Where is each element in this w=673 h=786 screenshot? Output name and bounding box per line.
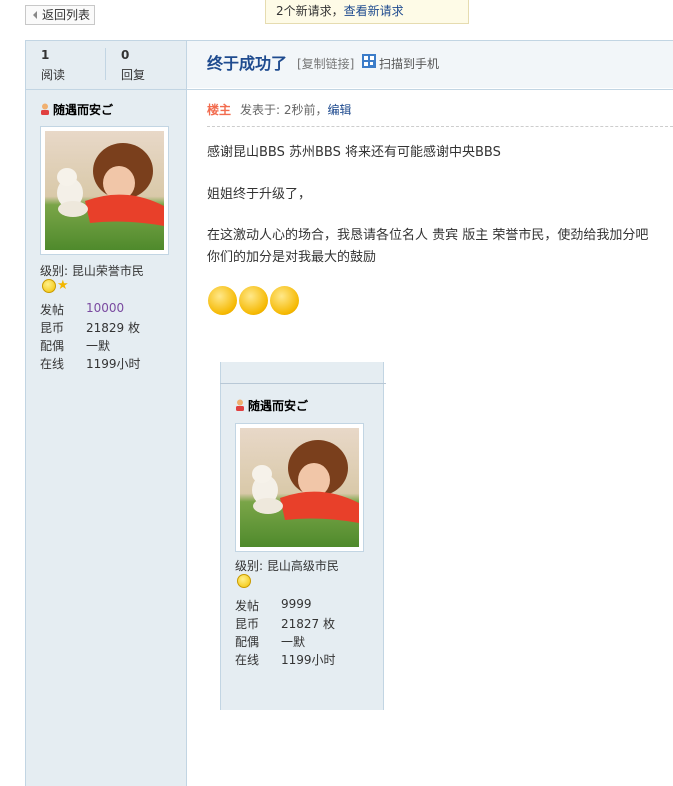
embedded-posts-row: 发帖 9999 [235, 597, 375, 614]
female-user-icon [236, 399, 244, 411]
spouse-label: 配偶 [40, 339, 65, 353]
smiley-rank-icon [42, 279, 56, 293]
post-line-2: 姐姐终于升级了， [207, 187, 312, 202]
author-posts-row: 发帖 10000 [40, 301, 180, 318]
back-to-list-button[interactable]: 返回列表 [25, 5, 95, 25]
smiley-rank-icon [237, 574, 251, 588]
coins-label: 昆币 [40, 321, 65, 335]
copy-link-button[interactable]: [复制链接] [297, 55, 354, 72]
embedded-level: 级别: 昆山高级市民 [235, 559, 339, 573]
online-label: 在线 [40, 357, 65, 371]
qr-code-icon[interactable] [362, 54, 376, 68]
online-value: 1199小时 [86, 357, 141, 371]
spouse-value: 一默 [281, 635, 306, 649]
laughing-face-icon [270, 286, 299, 315]
spouse-label: 配偶 [235, 635, 260, 649]
coins-value: 21827 枚 [281, 617, 335, 631]
embedded-avatar [235, 423, 364, 552]
star-rank-icon: ★ [57, 278, 69, 293]
posts-label: 发帖 [40, 303, 65, 317]
edit-link[interactable]: 编辑 [328, 103, 352, 117]
views-label: 阅读 [41, 68, 66, 82]
floor-label: 楼主 [207, 103, 232, 117]
author-level: 级别: 昆山荣誉市民 [40, 264, 144, 278]
embedded-author-name: 随遇而安ご [248, 399, 309, 413]
post-line-1: 感谢昆山BBS 苏州BBS 将来还有可能感谢中央BBS [207, 145, 501, 160]
embedded-coins-row: 昆币 21827 枚 [235, 615, 375, 632]
post-line-3: 在这激动人心的场合，我恳请各位名人 贵宾 版主 荣誉市民，使劲给我加分吧 [207, 228, 649, 243]
thread-title: 终于成功了 [207, 54, 288, 73]
posts-label: 发帖 [235, 599, 260, 613]
posts-value[interactable]: 10000 [86, 301, 124, 315]
back-to-list-label: 返回列表 [42, 8, 91, 22]
replies-label: 回复 [121, 68, 146, 82]
embedded-divider [220, 383, 386, 384]
embedded-spouse-row: 配偶 一默 [235, 633, 375, 650]
views-count: 1 [41, 48, 50, 62]
notice-text: 2个新请求， [276, 4, 344, 18]
spouse-value[interactable]: 一默 [86, 337, 110, 354]
laughing-face-icon [239, 286, 268, 315]
female-user-icon [41, 103, 49, 115]
laughing-face-icon [208, 286, 237, 315]
author-name[interactable]: 随遇而安ご [53, 101, 113, 118]
author-coins-row: 昆币 21829 枚 [40, 319, 180, 336]
avatar-photo [45, 131, 164, 250]
author-spouse-row: 配偶 一默 [40, 337, 180, 354]
author-avatar[interactable] [40, 126, 169, 255]
embedded-online-row: 在线 1199小时 [235, 651, 375, 668]
replies-count: 0 [121, 48, 130, 62]
caret-left-icon [33, 11, 37, 19]
new-requests-notice: 2个新请求，查看新请求 [265, 0, 469, 24]
posted-time: 发表于: 2秒前， [240, 103, 328, 117]
online-value: 1199小时 [281, 653, 336, 667]
post-meta: 发表于: 2秒前，编辑 [240, 101, 352, 118]
coins-label: 昆币 [235, 617, 260, 631]
author-online-row: 在线 1199小时 [40, 355, 180, 372]
meta-divider [207, 126, 673, 127]
post-line-4: 你们的加分是对我最大的鼓励 [207, 250, 377, 265]
stats-divider [105, 48, 106, 80]
posts-value: 9999 [281, 597, 312, 611]
coins-value: 21829 枚 [86, 321, 140, 335]
view-requests-link[interactable]: 查看新请求 [344, 4, 404, 18]
scan-to-phone-link[interactable]: 扫描到手机 [379, 55, 439, 72]
avatar-photo [240, 428, 359, 547]
online-label: 在线 [235, 653, 260, 667]
